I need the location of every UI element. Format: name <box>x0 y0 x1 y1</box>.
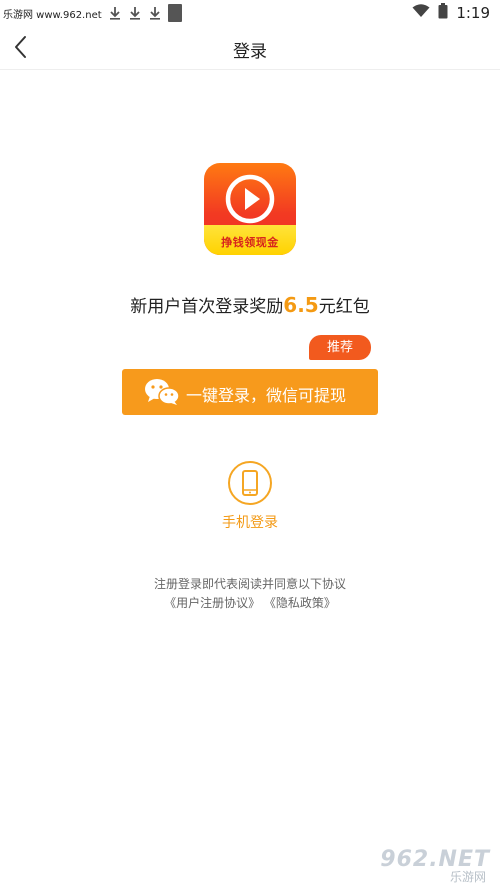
user-agreement-link[interactable]: 《用户注册协议》 <box>164 596 260 610</box>
wechat-icon <box>145 379 180 405</box>
watermark-logo: 962.NET 乐游网 <box>376 847 494 885</box>
page-title: 登录 <box>233 42 267 62</box>
recommend-badge: 推荐 <box>309 335 371 360</box>
wifi-icon <box>412 4 430 21</box>
notification-block-icon <box>167 4 182 22</box>
wechat-login-label: 一键登录，微信可提现 <box>186 386 347 405</box>
phone-login-label[interactable]: 手机登录 <box>0 512 500 532</box>
reward-text: 新用户首次登录奖励6.5元红包 <box>0 292 500 317</box>
download-arrow-icon <box>148 6 162 20</box>
status-bar: 乐游网 www.962.net 1:19 <box>0 0 500 26</box>
app-logo: 挣钱领现金 <box>204 163 296 255</box>
reward-prefix: 新用户首次登录奖励 <box>130 297 284 317</box>
reward-amount: 6.5 <box>283 293 319 317</box>
agreement-text: 注册登录即代表阅读并同意以下协议 <box>153 577 346 591</box>
play-icon <box>225 174 275 224</box>
status-time: 1:19 <box>456 3 490 22</box>
privacy-policy-link[interactable]: 《隐私政策》 <box>264 596 336 610</box>
agreement-links: 《用户注册协议》 《隐私政策》 <box>0 594 500 611</box>
phone-login-button[interactable] <box>228 461 272 505</box>
login-screen: 乐游网 www.962.net 1:19 登录 挣钱领现金 新用户首次登录奖励6… <box>0 0 500 888</box>
phone-icon <box>242 470 258 496</box>
download-arrow-icon <box>108 6 122 20</box>
reward-suffix: 元红包 <box>318 297 370 317</box>
watermark-small: 乐游网 <box>449 870 486 884</box>
top-nav-bar: 登录 <box>0 26 500 70</box>
wechat-login-button[interactable]: 一键登录，微信可提现 <box>122 369 378 415</box>
download-arrow-icon <box>128 6 142 20</box>
battery-icon <box>438 3 448 22</box>
watermark-text: 乐游网 www.962.net <box>3 9 102 21</box>
logo-ribbon-text: 挣钱领现金 <box>221 236 279 249</box>
